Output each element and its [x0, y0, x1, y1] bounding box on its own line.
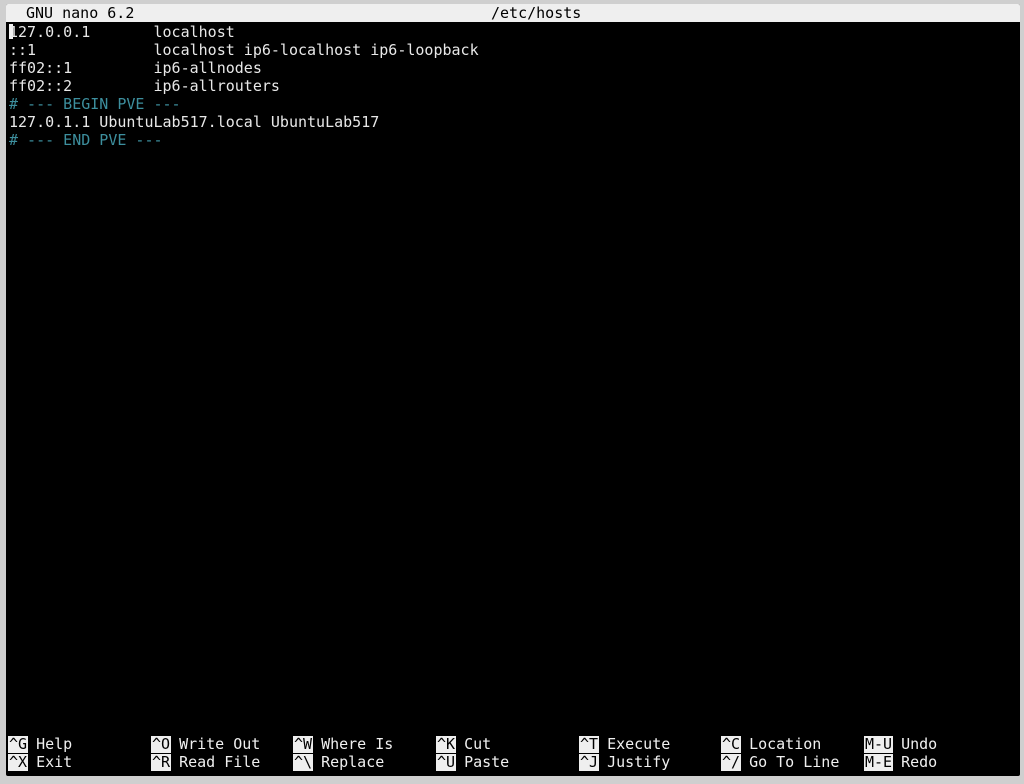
shortcut-row-2: ^X Exit ^R Read File ^\ Replace ^U Paste ^J J…: [8, 753, 1020, 771]
shortcut-key: ^R: [151, 753, 172, 771]
shortcut-help[interactable]: ^G Help: [8, 735, 72, 753]
shortcut-label: Cut: [464, 735, 492, 753]
shortcut-row-1: ^G Help ^O Write Out ^W Where Is ^K Cut ^T Ex…: [8, 735, 1020, 753]
editor-line[interactable]: 127.0.0.1 localhost: [9, 23, 1020, 41]
shortcut-label: Where Is: [321, 735, 394, 753]
shortcut-execute[interactable]: ^T Execute: [579, 735, 670, 753]
shortcut-go-to-line[interactable]: ^/ Go To Line: [721, 753, 839, 771]
nano-titlebar: GNU nano 6.2 /etc/hosts: [6, 4, 1020, 22]
shortcut-key: ^C: [721, 735, 742, 753]
shortcut-label: Undo: [901, 735, 938, 753]
shortcut-key: ^/: [721, 753, 742, 771]
editor-line[interactable]: ::1 localhost ip6-localhost ip6-loopback: [9, 41, 1020, 59]
shortcut-key: ^T: [579, 735, 600, 753]
shortcut-replace[interactable]: ^\ Replace: [293, 753, 384, 771]
editor-area[interactable]: 127.0.0.1 localhost ::1 localhost ip6-lo…: [9, 23, 1020, 149]
editor-comment-line[interactable]: # --- END PVE ---: [9, 131, 1020, 149]
shortcut-label: Exit: [36, 753, 73, 771]
editor-line[interactable]: ff02::1 ip6-allnodes: [9, 59, 1020, 77]
shortcut-justify[interactable]: ^J Justify: [579, 753, 670, 771]
shortcut-key: ^U: [436, 753, 457, 771]
editor-line[interactable]: ff02::2 ip6-allrouters: [9, 77, 1020, 95]
shortcut-key: ^G: [8, 735, 29, 753]
shortcut-label: Write Out: [179, 735, 261, 753]
shortcut-key: ^O: [151, 735, 172, 753]
terminal-window: GNU nano 6.2 /etc/hosts 127.0.0.1 localh…: [6, 4, 1020, 776]
shortcut-redo[interactable]: M-E Redo: [864, 753, 937, 771]
shortcut-undo[interactable]: M-U Undo: [864, 735, 937, 753]
shortcut-exit[interactable]: ^X Exit: [8, 753, 72, 771]
shortcut-label: Read File: [179, 753, 261, 771]
shortcut-key: ^X: [8, 753, 29, 771]
line-text: 127.0.0.1 localhost: [9, 23, 235, 41]
shortcut-key: ^J: [579, 753, 600, 771]
shortcut-cut[interactable]: ^K Cut: [436, 735, 491, 753]
shortcut-where-is[interactable]: ^W Where Is: [293, 735, 393, 753]
shortcut-key: M-E: [864, 753, 894, 771]
shortcut-key: ^\: [293, 753, 314, 771]
shortcut-label: Redo: [901, 753, 938, 771]
shortcut-bar: ^G Help ^O Write Out ^W Where Is ^K Cut ^T Ex…: [8, 735, 1020, 771]
shortcut-read-file[interactable]: ^R Read File: [151, 753, 260, 771]
app-version: GNU nano 6.2: [26, 4, 135, 22]
shortcut-paste[interactable]: ^U Paste: [436, 753, 509, 771]
shortcut-label: Replace: [321, 753, 385, 771]
editor-line[interactable]: 127.0.1.1 UbuntuLab517.local UbuntuLab51…: [9, 113, 1020, 131]
shortcut-key: ^K: [436, 735, 457, 753]
shortcut-key: M-U: [864, 735, 894, 753]
shortcut-label: Paste: [464, 753, 510, 771]
shortcut-label: Justify: [607, 753, 671, 771]
shortcut-label: Execute: [607, 735, 671, 753]
shortcut-write-out[interactable]: ^O Write Out: [151, 735, 260, 753]
shortcut-label: Location: [749, 735, 822, 753]
file-name: /etc/hosts: [491, 4, 582, 22]
shortcut-label: Go To Line: [749, 753, 840, 771]
shortcut-location[interactable]: ^C Location: [721, 735, 821, 753]
shortcut-key: ^W: [293, 735, 314, 753]
editor-comment-line[interactable]: # --- BEGIN PVE ---: [9, 95, 1020, 113]
shortcut-label: Help: [36, 735, 73, 753]
